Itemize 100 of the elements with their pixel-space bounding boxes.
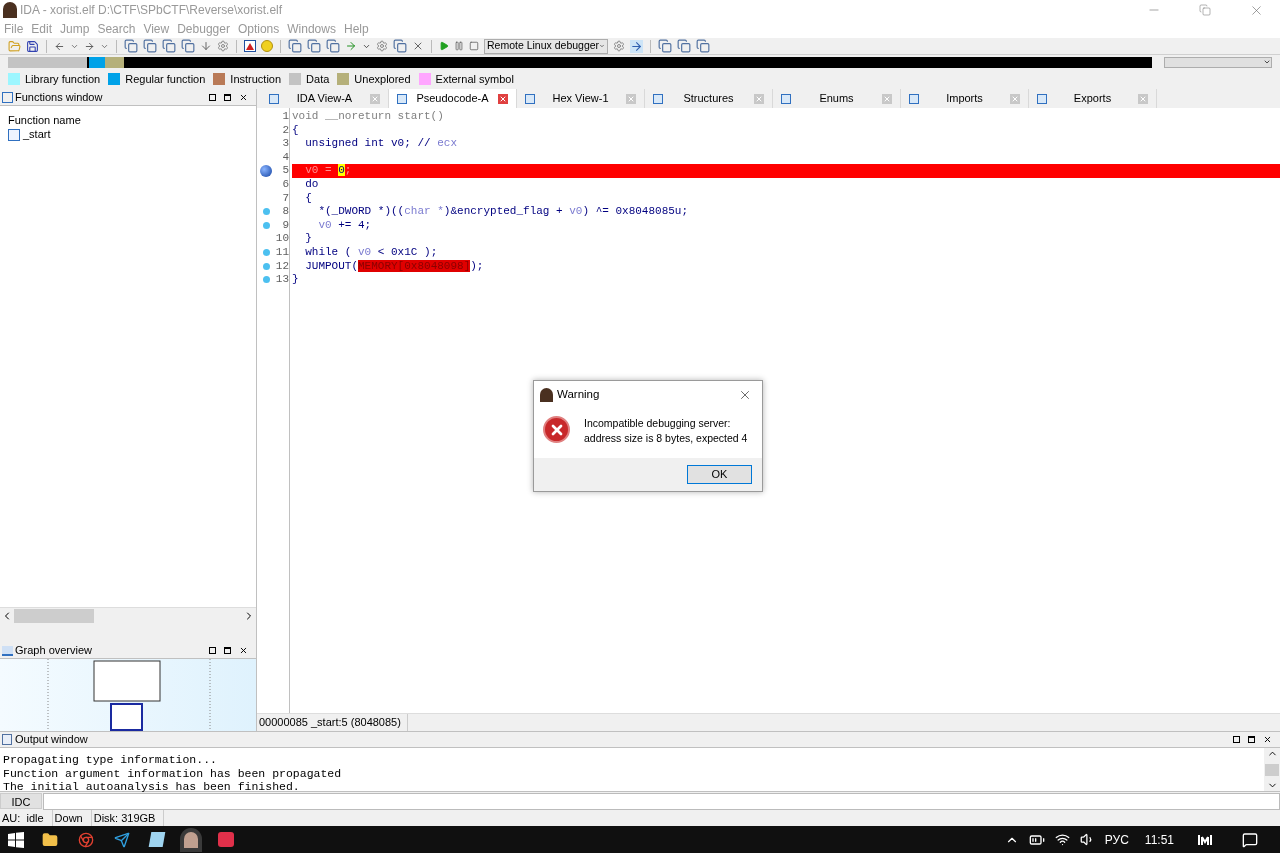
start-icon[interactable]: [8, 831, 24, 848]
copy-icon[interactable]: [307, 39, 321, 53]
stop-icon[interactable]: [469, 41, 479, 51]
line-number: 10: [274, 232, 289, 246]
float-icon[interactable]: [224, 647, 231, 654]
line-number: 6: [281, 177, 289, 192]
code-line: while ( v0 < 0x1C );: [304, 245, 439, 260]
dialog-message: Incompatible debugging server: address size is 8 bytes, expected 4: [584, 416, 748, 446]
output-line: The initial autoanalysis has been finished.: [3, 780, 301, 794]
paper-plane-icon[interactable]: [114, 831, 130, 848]
forward-icon[interactable]: [84, 40, 95, 52]
clock[interactable]: 11:51: [1144, 830, 1174, 849]
vertical-scrollbar[interactable]: [1264, 748, 1280, 791]
folder-icon[interactable]: [42, 831, 58, 848]
copy-icon[interactable]: [658, 39, 672, 53]
maximize-icon[interactable]: [209, 647, 216, 654]
legend-label: Data: [306, 71, 330, 87]
code-line: v0 += 4;: [317, 218, 373, 233]
line-number: 4: [281, 150, 289, 165]
ok-button[interactable]: OK: [687, 465, 752, 484]
browser-icon[interactable]: [78, 831, 94, 848]
output-line: Propagating type information...: [3, 753, 218, 767]
copy-icon[interactable]: [124, 39, 138, 53]
error-icon: [543, 416, 570, 443]
legend-label: Instruction: [230, 71, 282, 87]
down-arrow-icon[interactable]: [200, 40, 212, 52]
bars-icon[interactable]: [1198, 833, 1212, 846]
copy-icon[interactable]: [162, 39, 176, 53]
column-header[interactable]: Function name: [0, 106, 256, 127]
close-icon[interactable]: [239, 92, 248, 102]
command-field[interactable]: [43, 792, 1280, 810]
maximize-icon[interactable]: [1233, 736, 1240, 743]
line-number: 3: [281, 137, 289, 151]
bulb-icon[interactable]: [261, 40, 273, 52]
horizontal-scrollbar[interactable]: [0, 607, 256, 623]
line-number: 11: [274, 245, 289, 260]
line-number: 12: [274, 259, 289, 274]
navigation-band[interactable]: [8, 56, 1153, 68]
legend-label: Unexplored: [354, 71, 411, 87]
float-icon[interactable]: [224, 93, 231, 101]
code-line: do: [304, 177, 320, 192]
view-icon: [525, 93, 535, 104]
play-icon[interactable]: [439, 41, 449, 51]
warning-icon[interactable]: [244, 40, 256, 52]
copy-icon[interactable]: [143, 39, 157, 53]
back-icon[interactable]: [54, 40, 65, 52]
caret-icon: [599, 42, 605, 50]
code-line: void __noreturn start(): [292, 110, 445, 124]
output-line: Function argument information has been propagated: [3, 766, 343, 780]
legend-label: Regular function: [125, 71, 206, 87]
view-icon: [397, 93, 407, 104]
legend-label: External symbol: [435, 71, 514, 87]
notification-icon[interactable]: [1242, 831, 1258, 848]
function-icon: [2, 91, 13, 103]
code-line: {: [292, 123, 300, 138]
view-icon: [653, 93, 663, 104]
caret-icon: [1263, 58, 1271, 66]
close-icon[interactable]: [1263, 735, 1272, 744]
graph-icon: [2, 645, 13, 656]
gear-icon[interactable]: [613, 40, 625, 52]
app-icon: [540, 387, 553, 402]
window-title: IDA - xorist.elf D:\CTF\SPbCTF\Reverse\xorist.elf: [20, 2, 283, 19]
function-icon: [8, 128, 20, 141]
legend-label: Library function: [25, 71, 101, 87]
keyboard-language[interactable]: РУС: [1104, 830, 1129, 849]
close-icon[interactable]: [239, 646, 248, 655]
view-icon: [1037, 93, 1047, 104]
notepad-icon[interactable]: [148, 832, 166, 847]
maximize-icon[interactable]: [209, 93, 216, 101]
gear-icon[interactable]: [376, 40, 388, 52]
gear-icon[interactable]: [217, 40, 229, 52]
editor-tab[interactable]: Pseudocode-A: [389, 89, 517, 108]
code-line: {: [304, 191, 313, 206]
function-row[interactable]: _start: [0, 127, 256, 142]
line-number: 2: [281, 123, 289, 138]
line-number: 8: [281, 205, 289, 219]
copy-icon[interactable]: [393, 39, 407, 53]
debugger-select[interactable]: Remote Linux debugger: [484, 38, 608, 54]
tab-close-icon[interactable]: [498, 93, 508, 104]
wifi-icon[interactable]: [1054, 832, 1070, 847]
line-number: 7: [281, 191, 289, 206]
save-icon[interactable]: [26, 39, 39, 53]
float-icon[interactable]: [1248, 736, 1255, 743]
line-number: 9: [281, 218, 289, 233]
idc-button[interactable]: IDC: [0, 793, 42, 809]
code-line: unsigned int v0; // ecx: [304, 137, 459, 151]
copy-icon[interactable]: [326, 39, 340, 53]
copy-icon[interactable]: [696, 39, 710, 53]
attach-icon[interactable]: [630, 39, 643, 53]
copy-icon[interactable]: [677, 39, 691, 53]
view-icon: [781, 93, 791, 104]
app-icon: [3, 2, 17, 18]
copy-icon[interactable]: [181, 39, 195, 53]
line-number: 13: [274, 273, 289, 287]
line-number: 1: [281, 110, 289, 124]
view-icon: [909, 93, 919, 104]
breakpoint-icon[interactable]: [260, 165, 272, 178]
panel-title: Output window: [15, 732, 88, 748]
copy-icon[interactable]: [288, 39, 302, 53]
pause-icon[interactable]: [454, 41, 464, 51]
